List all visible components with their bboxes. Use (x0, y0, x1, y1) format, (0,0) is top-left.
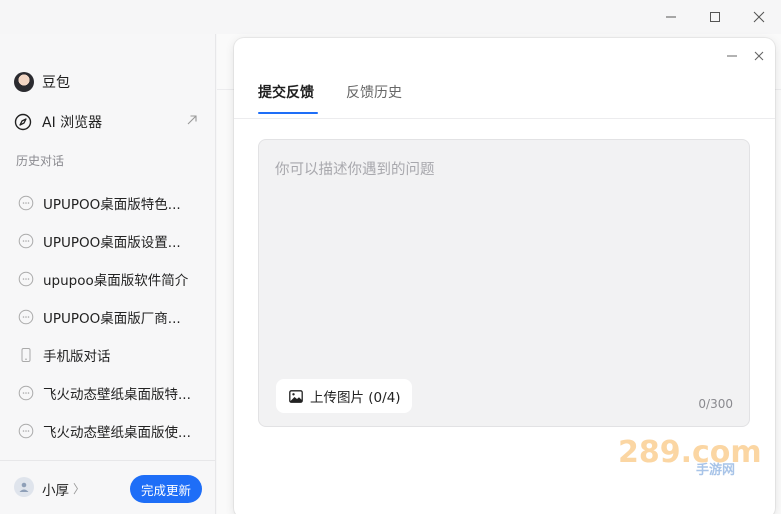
phone-icon (21, 348, 31, 362)
history-item-label: 手机版对话 (43, 349, 111, 365)
image-icon (289, 389, 303, 403)
sidebar-item-ai-browser[interactable]: AI 浏览器 (14, 112, 102, 132)
sidebar-footer: 小厚 〉 完成更新 (0, 460, 216, 514)
chat-bubble-icon (18, 385, 34, 401)
avatar[interactable] (14, 477, 34, 497)
sidebar-app-name: 豆包 (42, 75, 70, 91)
chat-bubble-icon (18, 423, 34, 439)
history-item-label: UPUPOO桌面版厂商... (43, 311, 181, 327)
list-item[interactable]: 飞火动态壁纸桌面版使... (0, 412, 216, 450)
doubao-avatar-icon (14, 72, 34, 92)
app-window: 豆包 AI 浏览器 历史对话 UPUPOO桌面版特色... UPUPOO桌面版设… (0, 0, 781, 514)
close-icon (753, 11, 765, 23)
list-item[interactable]: UPUPOO桌面版特色... (0, 184, 216, 222)
chat-bubble-icon (18, 271, 34, 287)
upload-image-button[interactable]: 上传图片 (0/4) (276, 379, 412, 413)
feedback-tabs: 提交反馈 反馈历史 (258, 82, 434, 114)
maximize-icon (710, 12, 720, 22)
tab-submit-feedback[interactable]: 提交反馈 (258, 82, 318, 114)
list-item[interactable]: UPUPOO桌面版设置... (0, 222, 216, 260)
watermark-sub: 手游网 (696, 462, 735, 478)
minimize-window-button[interactable] (649, 0, 693, 34)
user-name[interactable]: 小厚 (42, 479, 69, 499)
dialog-minimize-button[interactable] (724, 48, 740, 64)
sidebar: 豆包 AI 浏览器 历史对话 UPUPOO桌面版特色... UPUPOO桌面版设… (0, 34, 216, 514)
complete-update-button[interactable]: 完成更新 (130, 475, 202, 503)
close-window-button[interactable] (737, 0, 781, 34)
watermark-main: 289.com (618, 435, 762, 470)
char-counter: 0/300 (698, 397, 733, 411)
textarea-placeholder: 你可以描述你遇到的问题 (275, 162, 435, 178)
list-item[interactable]: 飞火动态壁纸桌面版特... (0, 374, 216, 412)
history-item-label: 飞火动态壁纸桌面版特... (43, 387, 191, 403)
watermark-logo: 289.com 手游网 (618, 435, 762, 478)
minimize-icon (666, 16, 676, 18)
external-link-icon[interactable] (186, 114, 198, 126)
chat-bubble-icon (18, 309, 34, 325)
sidebar-browser-label: AI 浏览器 (42, 115, 103, 131)
sidebar-item-doubao[interactable]: 豆包 (14, 72, 70, 92)
chevron-right-icon: 〉 (73, 482, 86, 496)
history-item-label: 飞火动态壁纸桌面版使... (43, 425, 191, 441)
tab-divider (234, 118, 775, 119)
history-section-title: 历史对话 (16, 154, 65, 168)
list-item[interactable]: upupoo桌面版软件简介 (0, 260, 216, 298)
feedback-textarea[interactable]: 你可以描述你遇到的问题 上传图片 (0/4) 0/300 (258, 139, 750, 427)
list-item[interactable]: 手机版对话 (0, 336, 216, 374)
upload-image-label: 上传图片 (0/4) (310, 390, 401, 406)
user-icon (19, 482, 29, 492)
close-icon (754, 51, 764, 61)
dialog-close-button[interactable] (751, 48, 767, 64)
history-item-label: UPUPOO桌面版特色... (43, 197, 181, 213)
chat-bubble-icon (18, 233, 34, 249)
history-list: UPUPOO桌面版特色... UPUPOO桌面版设置... upupoo桌面版软… (0, 184, 216, 450)
maximize-window-button[interactable] (693, 0, 737, 34)
list-item[interactable]: UPUPOO桌面版厂商... (0, 298, 216, 336)
history-item-label: upupoo桌面版软件简介 (43, 273, 189, 289)
chat-bubble-icon (18, 195, 34, 211)
tab-feedback-history[interactable]: 反馈历史 (346, 82, 402, 114)
history-item-label: UPUPOO桌面版设置... (43, 235, 181, 251)
minimize-icon (727, 55, 737, 57)
compass-icon (14, 113, 32, 131)
window-controls (649, 0, 781, 34)
